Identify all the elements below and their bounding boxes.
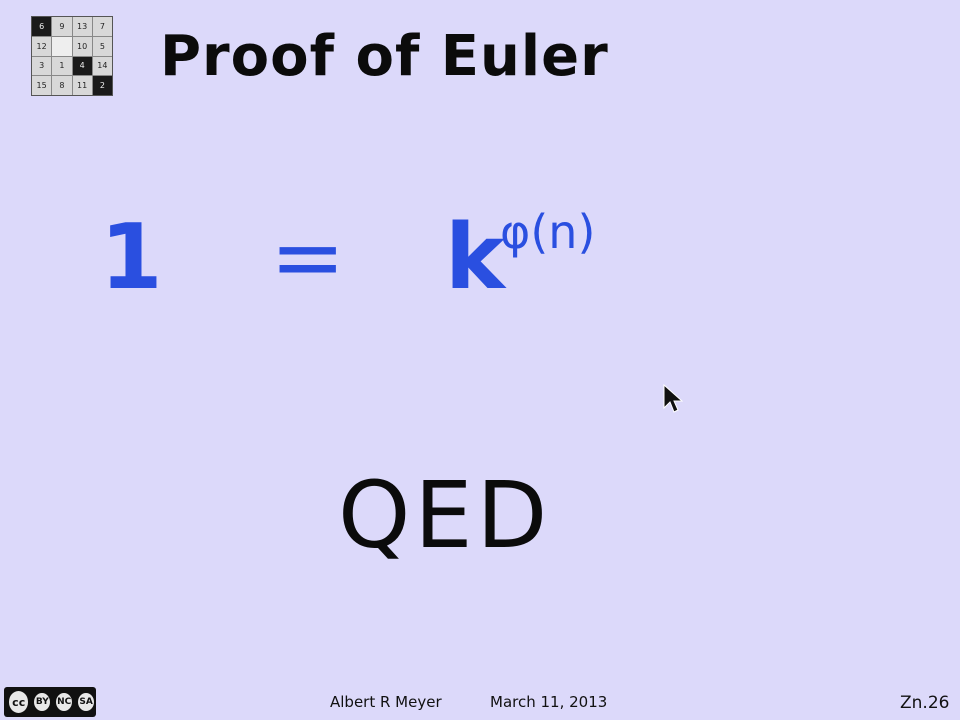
puzzle-tile: 2	[92, 76, 112, 95]
puzzle-tile: 3	[32, 56, 52, 76]
equals-sign: =	[270, 205, 346, 310]
puzzle-tile: 7	[92, 17, 112, 36]
creative-commons-badge[interactable]: cc BY NC SA	[4, 687, 97, 717]
footer-author: Albert R Meyer	[330, 693, 442, 711]
puzzle-tile: 15	[32, 76, 52, 95]
puzzle-tile: 11	[72, 76, 92, 95]
noncommercial-icon: NC	[54, 691, 75, 713]
puzzle-tile: 12	[32, 36, 52, 56]
slide-number: Zn.26	[900, 693, 950, 713]
cc-icon: cc	[7, 689, 31, 715]
puzzle-tile: 4	[72, 56, 92, 76]
mouse-pointer-icon	[663, 384, 683, 413]
puzzle-tile: 8	[52, 76, 72, 95]
puzzle-tile: 5	[92, 36, 112, 56]
puzzle-tile: 9	[52, 17, 72, 36]
puzzle-tile: 13	[72, 17, 92, 36]
slide-title: Proof of Euler	[160, 24, 609, 89]
puzzle-tile: 1	[52, 56, 72, 76]
qed-text: QED	[338, 462, 552, 569]
attribution-icon: BY	[32, 691, 53, 713]
puzzle-tile	[52, 36, 72, 56]
puzzle-tile: 6	[32, 17, 52, 36]
footer-date: March 11, 2013	[490, 693, 608, 711]
equation-lhs: 1	[100, 205, 163, 310]
equation-exponent: φ(n)	[500, 205, 596, 259]
slide: 6 9 13 7 12 10 5 3 1 4 14 15 8 11 2 Proof of Euler 1 =…	[0, 0, 960, 720]
puzzle-tile: 10	[72, 36, 92, 56]
puzzle-tile: 14	[92, 56, 112, 76]
sharealike-icon: SA	[76, 691, 97, 713]
fifteen-puzzle-logo: 6 9 13 7 12 10 5 3 1 4 14 15 8 11 2	[31, 16, 113, 96]
equation-base: k	[445, 205, 505, 310]
